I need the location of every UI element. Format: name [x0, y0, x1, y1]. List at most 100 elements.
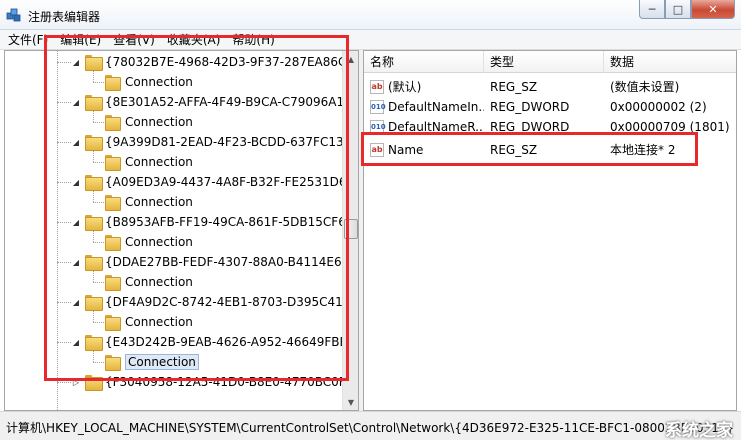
- tree-child-label[interactable]: Connection: [125, 315, 193, 329]
- tree-key-label[interactable]: {8E301A52-AFFA-4F49-B9CA-C79096A1A: [105, 95, 343, 109]
- menu-view[interactable]: 查看(V): [113, 31, 155, 48]
- folder-icon: [105, 195, 121, 211]
- value-type: REG_SZ: [490, 80, 538, 94]
- tree-child-label[interactable]: Connection: [125, 275, 193, 289]
- tree-key-label[interactable]: {E43D242B-9EAB-4626-A952-46649FBB9: [105, 335, 343, 349]
- tree-key-node[interactable]: ◢ {9A399D81-2EAD-4F23-BCDD-637FC13D: [71, 132, 343, 152]
- minimize-button[interactable]: ─: [639, 0, 665, 19]
- menu-favorites[interactable]: 收藏夹(A): [167, 31, 221, 48]
- collapse-arrow-icon[interactable]: ◢: [71, 97, 81, 107]
- key-tree-pane[interactable]: ◢ {78032B7E-4968-42D3-9F37-287EA86C0/ Co…: [4, 50, 359, 411]
- tree-child-node[interactable]: Connection: [105, 232, 193, 252]
- collapse-arrow-icon[interactable]: ◢: [71, 177, 81, 187]
- collapse-arrow-icon[interactable]: ◢: [71, 297, 81, 307]
- tree-connector: [57, 62, 71, 63]
- value-type: REG_DWORD: [490, 100, 570, 114]
- tree-connector: [93, 322, 104, 323]
- tree-child-node[interactable]: Connection: [105, 152, 193, 172]
- expand-arrow-icon[interactable]: ▷: [71, 377, 81, 387]
- maximize-button[interactable]: □: [665, 0, 691, 19]
- tree-key-label[interactable]: {DF4A9D2C-8742-4EB1-8703-D395C4183: [105, 295, 343, 309]
- menu-edit[interactable]: 编辑(E): [60, 31, 101, 48]
- folder-icon: [85, 55, 103, 71]
- title-bar: 注册表编辑器 ─ □ ✕: [0, 0, 741, 30]
- collapse-arrow-icon[interactable]: ◢: [71, 217, 81, 227]
- folder-icon: [85, 95, 103, 111]
- tree-connector: [93, 82, 104, 83]
- tree-connector: [57, 382, 71, 383]
- close-button[interactable]: ✕: [691, 0, 735, 19]
- folder-icon: [105, 355, 121, 371]
- value-type: REG_SZ: [490, 143, 538, 157]
- tree-connector: [93, 362, 104, 363]
- column-header-data[interactable]: 数据: [604, 51, 736, 73]
- tree-child-node[interactable]: Connection: [105, 312, 193, 332]
- tree-connector: [93, 311, 94, 322]
- tree-connector: [93, 351, 94, 362]
- tree-connector: [93, 231, 94, 242]
- collapse-arrow-icon[interactable]: ◢: [71, 337, 81, 347]
- folder-icon: [105, 115, 121, 131]
- tree-key-label[interactable]: {78032B7E-4968-42D3-9F37-287EA86C0/: [105, 55, 343, 69]
- tree-connector: [93, 271, 94, 282]
- scroll-up-icon[interactable]: ▲: [343, 51, 358, 67]
- column-header-name[interactable]: 名称: [364, 51, 484, 73]
- value-row[interactable]: 010 DefaultNameIn... REG_DWORD 0x0000000…: [364, 97, 736, 117]
- folder-icon: [105, 275, 121, 291]
- tree-child-node[interactable]: Connection: [105, 272, 193, 292]
- tree-key-node[interactable]: ◢ {8E301A52-AFFA-4F49-B9CA-C79096A1A: [71, 92, 343, 112]
- tree-key-label[interactable]: {B8953AFB-FF19-49CA-861F-5DB15CF69!: [105, 215, 343, 229]
- tree-key-node[interactable]: ▷ {F3040958-12A5-41D0-B8E0-4770BC0F0: [71, 372, 343, 392]
- folder-icon: [105, 155, 121, 171]
- tree-key-label[interactable]: {F3040958-12A5-41D0-B8E0-4770BC0F0: [105, 375, 343, 389]
- value-row[interactable]: ab (默认) REG_SZ (数值未设置): [364, 77, 736, 97]
- tree-child-node-selected[interactable]: Connection: [105, 352, 199, 372]
- tree-key-node[interactable]: ◢ {A09ED3A9-4437-4A8F-B32F-FE2531D6E: [71, 172, 343, 192]
- tree-key-node[interactable]: ◢ {DDAE27BB-FEDF-4307-88A0-B4114E6B2: [71, 252, 343, 272]
- tree-key-node[interactable]: ◢ {E43D242B-9EAB-4626-A952-46649FBB9: [71, 332, 343, 352]
- tree-child-label[interactable]: Connection: [125, 115, 193, 129]
- collapse-arrow-icon[interactable]: ◢: [71, 57, 81, 67]
- tree-connector: [57, 142, 71, 143]
- tree-connector: [93, 282, 104, 283]
- column-header-type[interactable]: 类型: [484, 51, 604, 73]
- tree-key-node[interactable]: ◢ {78032B7E-4968-42D3-9F37-287EA86C0/: [71, 52, 343, 72]
- tree-child-label[interactable]: Connection: [125, 235, 193, 249]
- tree-child-label[interactable]: Connection: [125, 195, 193, 209]
- menu-help[interactable]: 帮助(H): [232, 31, 274, 48]
- collapse-arrow-icon[interactable]: ◢: [71, 257, 81, 267]
- registry-editor-icon: [6, 8, 21, 22]
- tree-child-label[interactable]: Connection: [125, 354, 199, 370]
- tree-key-label[interactable]: {A09ED3A9-4437-4A8F-B32F-FE2531D6E: [105, 175, 343, 189]
- binary-value-icon: 010: [370, 120, 386, 134]
- tree-connector: [93, 162, 104, 163]
- window-title: 注册表编辑器: [28, 10, 101, 24]
- tree-child-node[interactable]: Connection: [105, 112, 193, 132]
- menu-file[interactable]: 文件(F): [8, 31, 48, 48]
- tree-connector: [93, 191, 94, 202]
- tree-key-node[interactable]: ◢ {DF4A9D2C-8742-4EB1-8703-D395C4183: [71, 292, 343, 312]
- folder-icon: [85, 215, 103, 231]
- value-list-pane[interactable]: 名称 类型 数据 ab (默认) REG_SZ (数值未设置) 010 Defa…: [363, 50, 737, 411]
- tree-child-label[interactable]: Connection: [125, 75, 193, 89]
- tree-key-label[interactable]: {9A399D81-2EAD-4F23-BCDD-637FC13D: [105, 135, 343, 149]
- tree-key-label[interactable]: {DDAE27BB-FEDF-4307-88A0-B4114E6B2: [105, 255, 343, 269]
- collapse-arrow-icon[interactable]: ◢: [71, 137, 81, 147]
- value-data: (数值未设置): [610, 80, 680, 94]
- value-data: 本地连接* 2: [610, 143, 676, 157]
- tree-child-label[interactable]: Connection: [125, 155, 193, 169]
- list-header: 名称 类型 数据: [364, 51, 736, 73]
- scroll-thumb[interactable]: [344, 219, 358, 239]
- tree-connector: [57, 222, 71, 223]
- tree-scrollbar[interactable]: ▲ ▼: [342, 51, 358, 410]
- value-row[interactable]: 010 DefaultNameR... REG_DWORD 0x00000709…: [364, 117, 736, 137]
- tree-connector: [93, 202, 104, 203]
- tree-key-node[interactable]: ◢ {B8953AFB-FF19-49CA-861F-5DB15CF69!: [71, 212, 343, 232]
- value-name: Name: [388, 143, 424, 157]
- scroll-down-icon[interactable]: ▼: [343, 394, 358, 410]
- value-row[interactable]: ab Name REG_SZ 本地连接* 2: [364, 140, 736, 160]
- tree-child-node[interactable]: Connection: [105, 192, 193, 212]
- folder-icon: [105, 75, 121, 91]
- value-data: 0x00000709 (1801): [610, 120, 730, 134]
- tree-child-node[interactable]: Connection: [105, 72, 193, 92]
